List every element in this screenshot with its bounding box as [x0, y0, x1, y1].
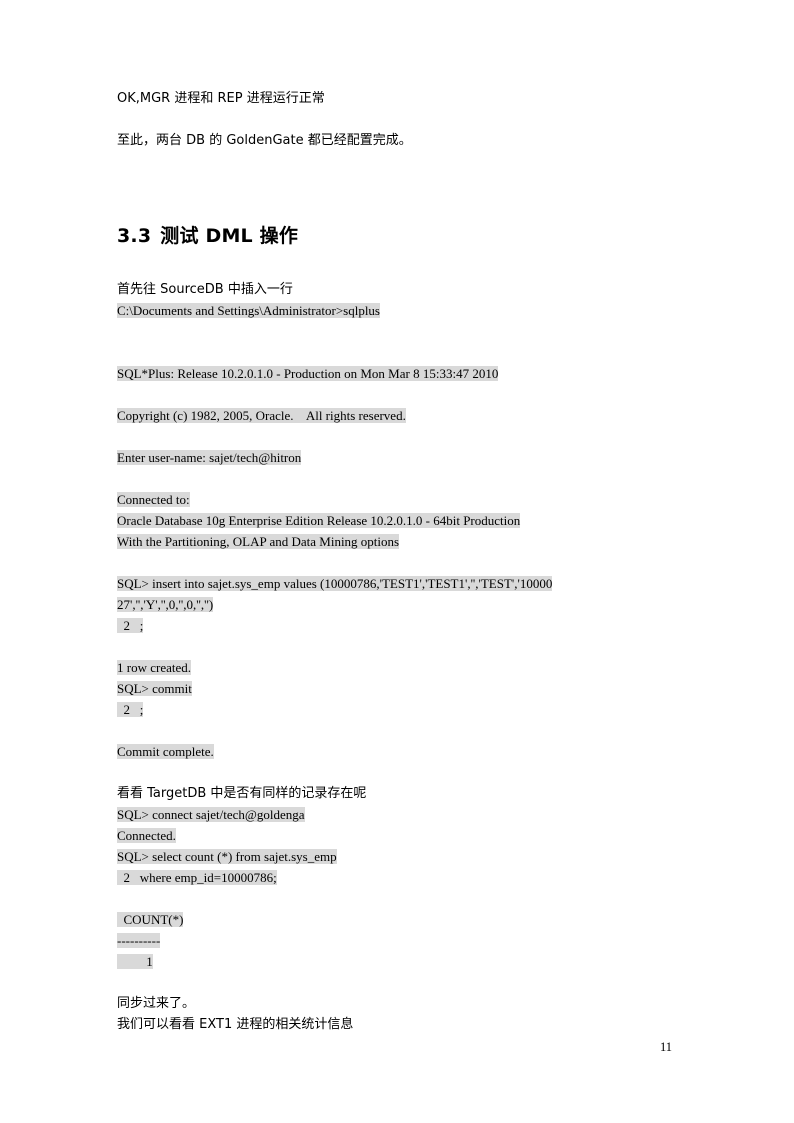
- page-footer: 11: [0, 1040, 794, 1055]
- result-value-row: 1: [117, 954, 153, 969]
- console-line-db-options: With the Partitioning, OLAP and Data Min…: [117, 534, 400, 549]
- stats-intro-text: 我们可以看看 EXT1 进程的相关统计信息: [117, 1017, 354, 1032]
- console-line-enter-username: Enter user-name: sajet/tech@hitron: [117, 450, 302, 465]
- console-line-continuation-2: 2 ;: [117, 702, 144, 717]
- console-line-select-where: 2 where emp_id=10000786;: [117, 870, 277, 885]
- console-line-copyright: Copyright (c) 1982, 2005, Oracle. All ri…: [117, 408, 406, 423]
- section-title: 测试 DML 操作: [160, 225, 299, 247]
- console-line-connected-to: Connected to:: [117, 492, 190, 507]
- check-target-text: 看看 TargetDB 中是否有同样的记录存在呢: [117, 786, 367, 801]
- console-line-select-statement: SQL> select count (*) from sajet.sys_emp: [117, 849, 337, 864]
- console-line-commit-complete: Commit complete.: [117, 744, 214, 759]
- console-line-insert-part2: 27','','Y','',0,'',0,'',''): [117, 597, 214, 612]
- console-line-connect-command: SQL> connect sajet/tech@goldenga: [117, 807, 305, 822]
- console-line-commit-command: SQL> commit: [117, 681, 192, 696]
- intro-line-1: OK,MGR 进程和 REP 进程运行正常: [117, 91, 325, 106]
- document-page: OK,MGR 进程和 REP 进程运行正常 至此，两台 DB 的 GoldenG…: [0, 0, 794, 1123]
- page-number: 11: [659, 1040, 672, 1054]
- result-column-header: COUNT(*): [117, 912, 184, 927]
- insert-intro-text: 首先往 SourceDB 中插入一行: [117, 282, 293, 297]
- console-line-continuation-1: 2 ;: [117, 618, 144, 633]
- intro-line-2: 至此，两台 DB 的 GoldenGate 都已经配置完成。: [117, 133, 412, 148]
- console-line-sqlplus-prompt: C:\Documents and Settings\Administrator>…: [117, 303, 380, 318]
- section-number: 3.3: [117, 225, 152, 247]
- console-line-row-created: 1 row created.: [117, 660, 191, 675]
- synced-text: 同步过来了。: [117, 996, 196, 1011]
- console-line-insert-part1: SQL> insert into sajet.sys_emp values (1…: [117, 576, 553, 591]
- page-content: OK,MGR 进程和 REP 进程运行正常 至此，两台 DB 的 GoldenG…: [117, 88, 677, 1035]
- console-line-connected: Connected.: [117, 828, 176, 843]
- console-line-db-version: Oracle Database 10g Enterprise Edition R…: [117, 513, 521, 528]
- result-separator-rule: ----------: [117, 933, 161, 948]
- section-heading: 3.3 测试 DML 操作: [117, 223, 677, 249]
- console-line-banner: SQL*Plus: Release 10.2.0.1.0 - Productio…: [117, 366, 499, 381]
